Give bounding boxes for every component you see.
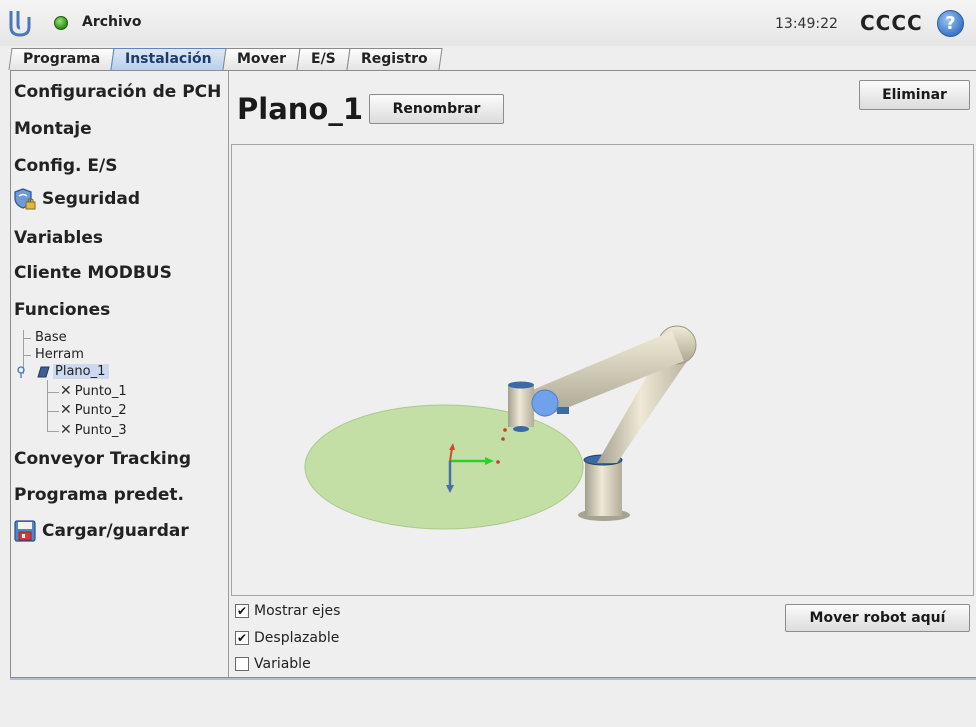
tree-item-punto-2[interactable]: ✕ Punto_2 bbox=[60, 402, 127, 418]
feature-point bbox=[496, 460, 500, 464]
robot-status-icon[interactable] bbox=[54, 16, 68, 30]
show-axes-checkbox[interactable]: ✔ Mostrar ejes bbox=[235, 603, 340, 619]
tab-mover[interactable]: Mover bbox=[222, 48, 301, 70]
sidebar-item-conveyor[interactable]: Conveyor Tracking bbox=[14, 449, 191, 469]
sidebar-item-seguridad[interactable]: Seguridad bbox=[14, 188, 140, 210]
tree-item-herram[interactable]: Herram bbox=[35, 347, 84, 362]
tree-connector bbox=[47, 380, 48, 432]
tree-connector bbox=[47, 411, 59, 412]
floppy-disk-icon bbox=[14, 520, 36, 542]
tab-instalacion[interactable]: Instalación bbox=[110, 48, 227, 70]
point-x-icon: ✕ bbox=[60, 402, 72, 418]
tab-programa[interactable]: Programa bbox=[8, 48, 115, 70]
tab-es[interactable]: E/S bbox=[296, 48, 351, 70]
robot-tcp-marker bbox=[531, 389, 559, 417]
rename-button[interactable]: Renombrar bbox=[369, 94, 504, 124]
checkbox-mark: ✔ bbox=[235, 604, 249, 618]
sidebar-item-programa-predet[interactable]: Programa predet. bbox=[14, 485, 184, 505]
robot-wrist-cap bbox=[508, 381, 534, 389]
sidebar-item-config-es[interactable]: Config. E/S bbox=[14, 156, 117, 176]
top-bar: Archivo 13:49:22 CCCC ? bbox=[0, 0, 976, 46]
robot-scene bbox=[304, 325, 697, 530]
robot-name: CCCC bbox=[860, 11, 923, 35]
checkbox-mark: ✔ bbox=[235, 631, 249, 645]
shield-lock-icon bbox=[14, 188, 36, 210]
tree-item-base[interactable]: Base bbox=[35, 330, 67, 345]
help-button[interactable]: ? bbox=[937, 10, 964, 37]
tree-expand-icon[interactable] bbox=[16, 366, 26, 378]
robot-wrist bbox=[508, 385, 534, 427]
robot-base bbox=[585, 460, 622, 516]
tree-connector bbox=[47, 392, 59, 393]
divider bbox=[10, 678, 976, 680]
tree-item-punto-3[interactable]: ✕ Punto_3 bbox=[60, 422, 127, 438]
robot-tool-flange bbox=[513, 426, 529, 432]
sidebar-item-pch[interactable]: Configuración de PCH bbox=[14, 82, 221, 102]
sidebar-item-modbus[interactable]: Cliente MODBUS bbox=[14, 263, 172, 283]
tree-connector bbox=[47, 431, 59, 432]
file-menu[interactable]: Archivo bbox=[82, 14, 142, 30]
main-tabs: Programa Instalación Mover E/S Registro bbox=[8, 48, 442, 70]
tree-item-punto-1[interactable]: ✕ Punto_1 bbox=[60, 383, 127, 399]
variable-checkbox[interactable]: Variable bbox=[235, 656, 311, 672]
plane-icon bbox=[37, 366, 50, 378]
point-x-icon: ✕ bbox=[60, 383, 72, 399]
feature-point bbox=[503, 428, 507, 432]
sidebar-item-funciones[interactable]: Funciones bbox=[14, 300, 110, 320]
sidebar-item-cargar-guardar[interactable]: Cargar/guardar bbox=[14, 520, 189, 542]
clock: 13:49:22 bbox=[775, 16, 838, 32]
3d-viewport[interactable] bbox=[231, 144, 974, 596]
robot-joint-band bbox=[557, 407, 569, 414]
tree-item-plano[interactable]: Plano_1 bbox=[53, 364, 110, 379]
tree-connector bbox=[23, 338, 31, 339]
sidebar-item-variables[interactable]: Variables bbox=[14, 228, 103, 248]
checkbox-box bbox=[235, 657, 249, 671]
feature-point bbox=[501, 437, 505, 441]
delete-button[interactable]: Eliminar bbox=[859, 80, 970, 110]
movable-checkbox[interactable]: ✔ Desplazable bbox=[235, 630, 339, 646]
sidebar-item-montaje[interactable]: Montaje bbox=[14, 119, 92, 139]
ur-logo-icon bbox=[9, 11, 31, 37]
point-x-icon: ✕ bbox=[60, 422, 72, 438]
page-title: Plano_1 bbox=[237, 92, 364, 126]
tree-connector bbox=[23, 355, 31, 356]
tab-registro[interactable]: Registro bbox=[346, 48, 442, 70]
move-robot-here-button[interactable]: Mover robot aquí bbox=[785, 604, 970, 632]
help-icon: ? bbox=[945, 13, 956, 34]
sidebar: Configuración de PCH Montaje Config. E/S… bbox=[11, 71, 229, 677]
feature-plane bbox=[304, 404, 584, 530]
